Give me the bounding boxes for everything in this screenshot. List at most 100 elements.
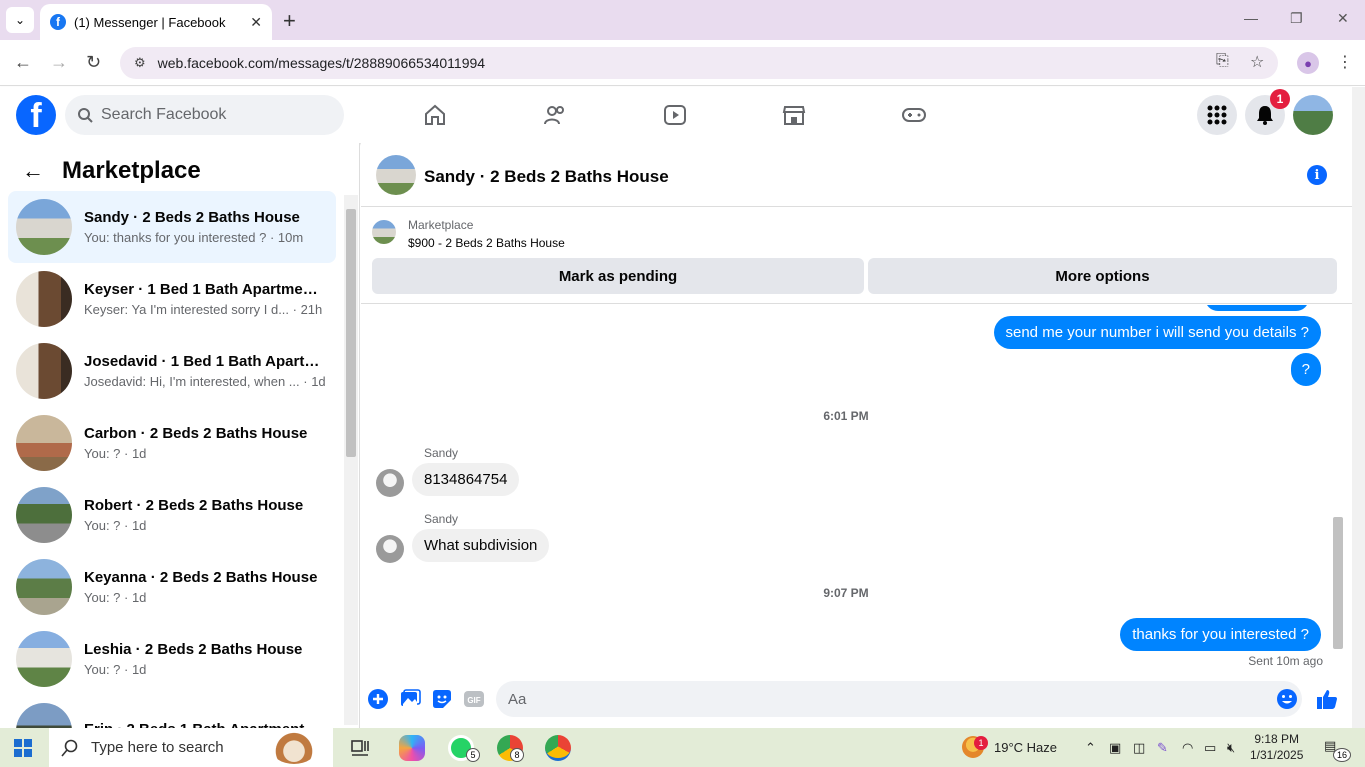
- close-tab-icon[interactable]: ✕: [250, 14, 262, 31]
- reload-button[interactable]: ↻: [86, 52, 101, 73]
- message-bubble-in: What subdivision: [412, 529, 550, 562]
- conversation-preview: You: ? · 1d: [84, 446, 147, 461]
- sender-name: Sandy: [424, 512, 459, 526]
- conversation-item[interactable]: Carbon · 2 Beds 2 Baths House You: ? · 1d: [8, 407, 336, 479]
- listing-thumbnail: [16, 559, 72, 615]
- back-arrow-icon[interactable]: ←: [22, 158, 44, 184]
- listing-thumbnail: [16, 199, 72, 255]
- notification-badge: 1: [1270, 89, 1290, 109]
- coffee-search-highlight-icon: [271, 732, 317, 764]
- friends-icon[interactable]: [543, 103, 567, 127]
- conversation-item[interactable]: Keyanna · 2 Beds 2 Baths House You: ? · 1…: [8, 551, 336, 623]
- site-info-icon[interactable]: ⚙: [134, 55, 146, 71]
- conversation-name: Keyser · 1 Bed 1 Bath Apartment...: [84, 281, 320, 298]
- sent-status: Sent 10m ago: [1248, 654, 1323, 668]
- message-placeholder: Aa: [508, 690, 527, 708]
- taskbar-clock[interactable]: 9:18 PM 1/31/2025: [1250, 731, 1303, 763]
- conversation-item[interactable]: Sandy · 2 Beds 2 Baths House You: thanks …: [8, 191, 336, 263]
- message-thread: send me your number i will send you deta…: [361, 305, 1331, 673]
- install-app-icon[interactable]: ⎘: [1216, 52, 1229, 70]
- tray-meet-icon[interactable]: ◫: [1133, 740, 1145, 756]
- back-button[interactable]: ←: [14, 52, 32, 73]
- thread-scrollbar[interactable]: [1331, 305, 1345, 669]
- conversation-list-scrollbar[interactable]: [344, 195, 358, 725]
- tray-chevron-up-icon[interactable]: ⌃: [1085, 740, 1096, 756]
- browser-tab[interactable]: f (1) Messenger | Facebook ✕: [40, 4, 272, 40]
- facebook-header: f Search Facebook 1: [0, 87, 1352, 143]
- volume-muted-icon[interactable]: 🔇︎: [1227, 740, 1235, 756]
- photo-icon[interactable]: [399, 688, 421, 710]
- message-bubble-out: ?: [1290, 353, 1321, 386]
- conversation-name: Robert · 2 Beds 2 Baths House: [84, 497, 304, 514]
- browser-menu-icon[interactable]: ⋮: [1337, 52, 1353, 72]
- video-icon[interactable]: [663, 103, 687, 127]
- taskbar-search[interactable]: Type here to search: [49, 728, 333, 767]
- restore-button[interactable]: ❐: [1290, 10, 1303, 27]
- account-avatar[interactable]: [1293, 95, 1333, 135]
- tray-app-icon[interactable]: ▣: [1109, 740, 1121, 756]
- bell-icon: [1257, 106, 1273, 125]
- clock-date: 1/31/2025: [1250, 748, 1304, 762]
- grid-icon: [1207, 105, 1227, 125]
- taskbar-search-placeholder: Type here to search: [91, 739, 224, 756]
- chat-avatar[interactable]: [376, 155, 416, 195]
- copilot-icon[interactable]: [399, 735, 425, 761]
- message-bubble-out-partial: [1205, 305, 1309, 311]
- conversation-preview: You: ? · 1d: [84, 590, 147, 605]
- pen-icon[interactable]: ✎: [1157, 740, 1168, 756]
- info-icon[interactable]: i: [1307, 165, 1327, 185]
- chrome-active-icon[interactable]: [545, 735, 571, 761]
- facebook-logo-icon[interactable]: f: [16, 95, 56, 135]
- like-icon[interactable]: [1316, 688, 1338, 710]
- minimize-button[interactable]: —: [1244, 10, 1258, 26]
- listing-price[interactable]: $900 - 2 Beds 2 Baths House: [408, 236, 565, 250]
- menu-grid-button[interactable]: [1197, 95, 1237, 135]
- gaming-icon[interactable]: [902, 103, 926, 127]
- home-icon[interactable]: [423, 103, 447, 127]
- browser-profile-icon[interactable]: ●: [1297, 52, 1319, 74]
- new-tab-button[interactable]: +: [283, 8, 296, 34]
- mark-as-pending-button[interactable]: Mark as pending: [372, 258, 864, 294]
- sticker-icon[interactable]: [431, 688, 453, 710]
- chat-header: Sandy · 2 Beds 2 Baths House i: [361, 143, 1352, 207]
- battery-icon[interactable]: ▭: [1204, 740, 1216, 756]
- emoji-icon[interactable]: [1276, 688, 1298, 710]
- conversation-item[interactable]: Josedavid · 1 Bed 1 Bath Apartm... Joseda…: [8, 335, 336, 407]
- gif-icon[interactable]: GIF: [463, 688, 485, 710]
- forward-button[interactable]: →: [50, 52, 68, 73]
- facebook-search[interactable]: Search Facebook: [65, 95, 344, 135]
- conversation-item[interactable]: Leshia · 2 Beds 2 Baths House You: ? · 1d: [8, 623, 336, 695]
- message-timestamp: 9:07 PM: [823, 586, 869, 600]
- chat-title[interactable]: Sandy · 2 Beds 2 Baths House: [424, 167, 669, 187]
- message-input[interactable]: Aa: [496, 681, 1302, 717]
- svg-text:GIF: GIF: [467, 696, 480, 705]
- scrollbar-thumb[interactable]: [1333, 517, 1343, 649]
- listing-thumbnail[interactable]: [372, 220, 396, 244]
- weather-text[interactable]: 19°C Haze: [994, 740, 1057, 755]
- url-text: web.facebook.com/messages/t/288890665340…: [157, 55, 486, 71]
- wifi-icon[interactable]: ◠: [1182, 740, 1193, 756]
- conversation-item[interactable]: Keyser · 1 Bed 1 Bath Apartment... Keyser…: [8, 263, 336, 335]
- sender-avatar[interactable]: [376, 469, 404, 497]
- windows-start-icon[interactable]: [14, 739, 32, 757]
- address-bar[interactable]: ⚙ web.facebook.com/messages/t/2888906653…: [120, 47, 1278, 79]
- conversation-item[interactable]: Robert · 2 Beds 2 Baths House You: ? · 1d: [8, 479, 336, 551]
- search-icon: [61, 739, 78, 757]
- scrollbar-thumb[interactable]: [346, 209, 356, 457]
- search-icon: [78, 108, 93, 123]
- conversation-name: Leshia · 2 Beds 2 Baths House: [84, 641, 303, 658]
- chevron-down-icon: ⌄: [14, 13, 26, 27]
- bookmark-star-icon[interactable]: ☆: [1250, 52, 1264, 72]
- listing-thumbnail: [16, 487, 72, 543]
- close-window-button[interactable]: ✕: [1337, 10, 1349, 27]
- conversation-name: Josedavid · 1 Bed 1 Bath Apartm...: [84, 353, 320, 370]
- sender-avatar[interactable]: [376, 535, 404, 563]
- more-options-button[interactable]: More options: [868, 258, 1337, 294]
- marketplace-icon[interactable]: [782, 103, 806, 127]
- page-scrollbar[interactable]: [1352, 87, 1365, 728]
- plus-circle-icon[interactable]: [367, 688, 389, 710]
- task-view-icon[interactable]: [348, 735, 374, 761]
- conversation-preview: You: ? · 1d: [84, 518, 147, 533]
- windows-taskbar: Type here to search 5 8 1 19°C Haze ⌃ ▣ …: [0, 728, 1365, 767]
- tab-search-button[interactable]: ⌄: [6, 7, 34, 33]
